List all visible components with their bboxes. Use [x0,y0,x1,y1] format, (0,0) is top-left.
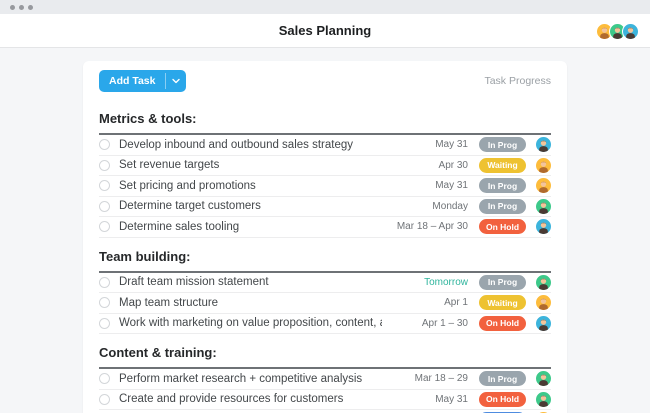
status-badge[interactable]: In Prog [479,178,526,194]
section-header: Metrics & tools: [99,100,551,135]
task-complete-checkbox[interactable] [99,297,110,309]
avatar [536,274,551,290]
section-header: Content & training: [99,334,551,369]
status-badge[interactable]: On Hold [479,391,526,407]
app-header: Sales Planning [0,14,650,48]
task-row[interactable]: Map team structure Apr 1 Waiting [99,293,551,314]
page-body: Add Task Task Progress Metrics & tools: … [0,48,650,413]
status-badge[interactable]: In Prog [479,371,526,387]
task-name[interactable]: Map team structure [119,297,382,309]
task-name[interactable]: Draft team mission statement [119,276,382,288]
task-name[interactable]: Set revenue targets [119,159,382,171]
task-complete-checkbox[interactable] [99,221,110,233]
task-complete-checkbox[interactable] [99,180,110,192]
task-row[interactable]: Draft team mission statement Tomorrow In… [99,273,551,293]
status-badge[interactable]: In Prog [479,274,526,290]
avatar [536,219,551,235]
status-badge[interactable]: In Prog [479,137,526,153]
task-due-date: Apr 1 – 30 [421,317,468,329]
section-title: Metrics & tools: [99,111,197,126]
task-row[interactable]: Set revenue targets Apr 30 Waiting [99,156,551,176]
task-row[interactable]: Work with marketing on value proposition… [99,314,551,334]
task-name[interactable]: Determine target customers [119,200,382,212]
section-task-list: Draft team mission statement Tomorrow In… [99,273,551,334]
task-name[interactable]: Set pricing and promotions [119,180,382,192]
task-due-date: May 31 [435,139,468,151]
task-complete-checkbox[interactable] [99,393,110,405]
section-title: Team building: [99,248,191,264]
avatar [622,23,639,40]
window-control-dot[interactable] [10,4,15,10]
task-complete-checkbox[interactable] [99,373,110,385]
chevron-down-icon[interactable] [166,70,186,92]
section-task-list: Perform market research + competitive an… [99,369,551,413]
task-due-date: May 31 [435,180,468,192]
task-progress-column-header: Task Progress [484,75,551,87]
window-control-dot[interactable] [28,4,33,10]
task-complete-checkbox[interactable] [99,200,110,212]
task-complete-checkbox[interactable] [99,139,110,151]
task-name[interactable]: Determine sales tooling [119,221,382,233]
task-complete-checkbox[interactable] [99,276,110,288]
avatar [536,295,551,311]
task-due-date: Apr 1 [444,297,468,309]
window-control-dot[interactable] [19,4,24,10]
add-task-label: Add Task [109,75,156,87]
status-badge[interactable]: In Prog [479,198,526,214]
window-titlebar [0,0,650,14]
section-title: Content & training: [99,345,217,360]
status-badge[interactable]: On Hold [479,219,526,235]
task-due-date: Apr 30 [438,159,468,171]
add-task-button[interactable]: Add Task [99,70,187,92]
task-name[interactable]: Create and provide resources for custome… [119,393,382,405]
task-row[interactable]: Set pricing and promotions May 31 In Pro… [99,176,551,197]
task-due-date: Mar 18 – 29 [414,373,468,385]
task-row[interactable]: Develop inbound and outbound sales strat… [99,135,551,156]
task-row[interactable]: Create and provide resources for custome… [99,390,551,410]
status-badge[interactable]: On Hold [479,315,526,331]
status-badge[interactable]: Waiting [479,157,526,173]
page-title: Sales Planning [278,23,372,38]
task-due-date: Tomorrow [424,276,468,288]
task-name[interactable]: Work with marketing on value proposition… [119,317,382,329]
task-row[interactable]: Determine sales tooling Mar 18 – Apr 30 … [99,217,551,238]
task-complete-checkbox[interactable] [99,159,110,171]
section-header: Team building: [99,238,551,273]
task-section: Content & training: Perform market resea… [99,334,551,413]
avatar [536,315,551,331]
toolbar: Add Task Task Progress [99,61,551,100]
task-sections: Metrics & tools: Develop inbound and out… [99,100,551,413]
task-due-date: May 31 [435,393,468,405]
task-due-date: Monday [432,200,468,212]
task-name[interactable]: Develop inbound and outbound sales strat… [119,139,382,151]
task-section: Team building: Draft team mission statem… [99,238,551,334]
header-avatar-group [596,23,639,40]
project-card: Add Task Task Progress Metrics & tools: … [83,61,567,413]
avatar [536,391,551,407]
avatar [536,178,551,194]
avatar [536,137,551,153]
task-due-date: Mar 18 – Apr 30 [396,221,468,233]
status-badge[interactable]: Waiting [479,295,526,311]
avatar [536,371,551,387]
avatar [536,198,551,214]
task-section: Metrics & tools: Develop inbound and out… [99,100,551,238]
avatar [536,157,551,173]
task-complete-checkbox[interactable] [99,317,110,329]
task-name[interactable]: Perform market research + competitive an… [119,373,382,385]
section-task-list: Develop inbound and outbound sales strat… [99,135,551,238]
task-row[interactable]: Perform market research + competitive an… [99,369,551,390]
task-row[interactable]: Determine target customers Monday In Pro… [99,197,551,217]
